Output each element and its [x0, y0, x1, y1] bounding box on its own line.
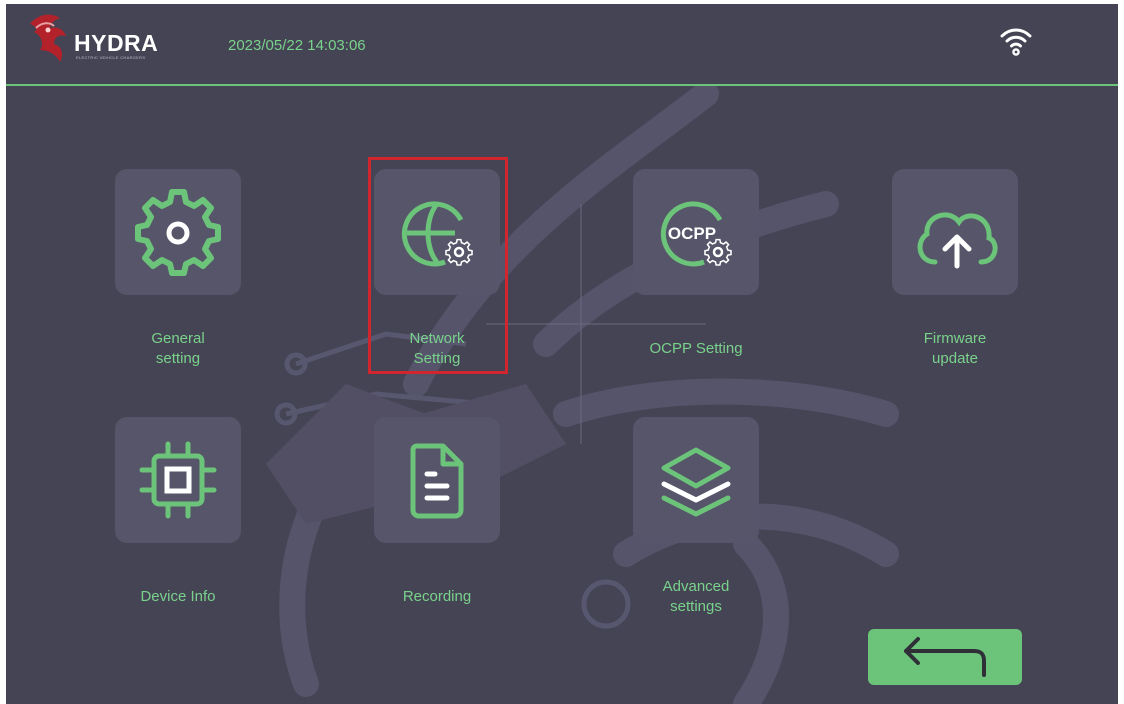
ocpp-setting-button[interactable]: OCPP: [633, 169, 759, 295]
recording-button[interactable]: [374, 417, 500, 543]
globe-gear-icon: [401, 201, 473, 267]
cloud-upload-icon: [917, 212, 998, 269]
brand-name: HYDRA: [74, 30, 159, 56]
document-icon: [410, 443, 464, 519]
advanced-settings-tile[interactable]: Advanced settings: [606, 417, 786, 617]
brand-tagline: ELECTRIC VEHICLE CHARGERS: [76, 55, 146, 60]
chip-icon: [139, 441, 217, 519]
ocpp-setting-label: OCPP Setting: [649, 340, 743, 357]
general-setting-button[interactable]: [115, 169, 241, 295]
header-divider: [6, 84, 1118, 86]
recording-label: Recording: [402, 588, 472, 605]
firmware-update-label: Firmware update: [923, 330, 987, 367]
charger-screen: HYDRA ELECTRIC VEHICLE CHARGERS 2023/05/…: [6, 4, 1118, 704]
network-setting-label: Network Setting: [409, 330, 465, 367]
datetime-display: 2023/05/22 14:03:06: [228, 37, 366, 54]
gear-icon: [135, 189, 221, 276]
ocpp-setting-tile[interactable]: OCPP OCPP Setting: [606, 169, 786, 369]
general-setting-tile[interactable]: General setting: [88, 169, 268, 369]
wifi-icon: [1000, 28, 1032, 56]
firmware-update-button[interactable]: [892, 169, 1018, 295]
ocpp-gear-icon: OCPP: [660, 201, 732, 267]
header-bar: HYDRA ELECTRIC VEHICLE CHARGERS 2023/05/…: [6, 4, 1118, 84]
back-arrow-icon: [904, 637, 986, 677]
advanced-settings-button[interactable]: [633, 417, 759, 543]
network-setting-tile[interactable]: Network Setting: [347, 169, 527, 369]
firmware-update-tile[interactable]: Firmware update: [865, 169, 1045, 369]
general-setting-label: General setting: [151, 330, 205, 367]
recording-tile[interactable]: Recording: [347, 417, 527, 617]
device-info-tile[interactable]: Device Info: [88, 417, 268, 617]
advanced-settings-label: Advanced settings: [662, 578, 730, 615]
ocpp-icon-text: OCPP: [668, 224, 716, 243]
device-info-label: Device Info: [140, 588, 216, 605]
back-button[interactable]: [868, 629, 1022, 685]
dragon-watermark: [266, 84, 899, 704]
network-setting-button[interactable]: [374, 169, 500, 295]
layers-icon: [661, 447, 731, 517]
device-info-button[interactable]: [115, 417, 241, 543]
